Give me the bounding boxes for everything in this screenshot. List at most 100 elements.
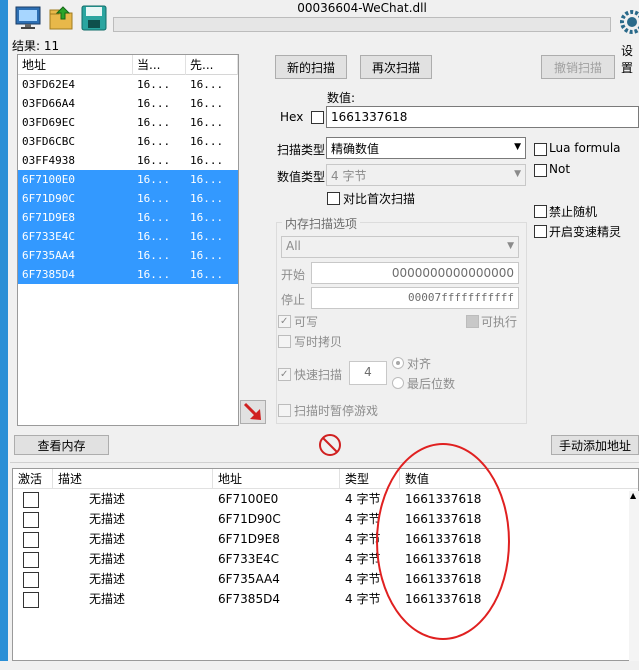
not-checkbox[interactable] <box>534 164 547 177</box>
pause-game-label: 扫描时暂停游戏 <box>294 404 379 418</box>
settings-button[interactable]: 设置 <box>618 2 639 75</box>
current-value-cell: 16... <box>137 116 171 129</box>
current-value-cell: 16... <box>137 78 171 91</box>
column-current[interactable]: 当... <box>133 55 186 75</box>
stop-address-input[interactable]: 00007fffffffffff <box>311 287 519 309</box>
address-row[interactable]: 03FD6CBC 16... 16... <box>18 132 238 151</box>
active-checkbox[interactable] <box>23 572 39 588</box>
cheat-table-row[interactable]: 无描述 6F7100E0 4 字节 1661337618 <box>13 489 638 509</box>
address-row[interactable]: 6F7100E0 16... 16... <box>18 170 238 189</box>
writable-checkbox[interactable] <box>278 315 291 328</box>
add-to-table-button[interactable] <box>240 400 266 424</box>
value-input[interactable]: 1661337618 <box>326 106 639 128</box>
executable-checkbox[interactable] <box>466 315 479 328</box>
value-type-label: 数值类型 <box>277 170 326 184</box>
copy-on-write-label: 写时拷贝 <box>294 335 343 349</box>
hex-checkbox[interactable] <box>311 111 324 124</box>
process-title: 00036604-WeChat.dll <box>297 1 427 15</box>
cheat-table-scrollbar[interactable]: ▲ <box>629 491 639 661</box>
chevron-down-icon: ▼ <box>514 169 521 179</box>
cheat-table-row[interactable]: 无描述 6F735AA4 4 字节 1661337618 <box>13 569 638 589</box>
scan-type-dropdown[interactable]: 精确数值 ▼ <box>326 137 526 159</box>
address-cell: 03FF4938 <box>22 154 75 167</box>
found-address-list[interactable]: 地址 当... 先... 03FD62E4 16... 16... 03FD66A4 1… <box>17 54 239 426</box>
fast-scan-checkbox[interactable] <box>278 368 291 381</box>
column-active[interactable]: 激活 <box>13 469 53 488</box>
active-checkbox[interactable] <box>23 592 39 608</box>
address-row[interactable]: 6F71D9E8 16... 16... <box>18 208 238 227</box>
address-row[interactable]: 03FD69EC 16... 16... <box>18 113 238 132</box>
previous-value-cell: 16... <box>190 154 224 167</box>
active-checkbox[interactable] <box>23 552 39 568</box>
disable-random-checkbox[interactable] <box>534 205 547 218</box>
save-file-button[interactable] <box>80 4 108 32</box>
add-address-button[interactable]: 手动添加地址 <box>551 435 639 455</box>
cheat-table[interactable]: 激活 描述 地址 类型 数值 无描述 6F7100E0 4 字节 1661337618… <box>12 468 639 661</box>
address-cell: 6F7100E0 <box>22 173 75 186</box>
active-checkbox[interactable] <box>23 492 39 508</box>
current-value-cell: 16... <box>137 211 171 224</box>
previous-value-cell: 16... <box>190 173 224 186</box>
active-cell <box>13 489 53 509</box>
cheat-table-row[interactable]: 无描述 6F733E4C 4 字节 1661337618 <box>13 549 638 569</box>
active-checkbox[interactable] <box>23 532 39 548</box>
active-cell <box>13 589 53 609</box>
new-scan-button[interactable]: 新的扫描 <box>275 55 347 79</box>
active-cell <box>13 569 53 589</box>
current-value-cell: 16... <box>137 230 171 243</box>
last-digits-label: 最后位数 <box>407 377 456 391</box>
address-row[interactable]: 03FD66A4 16... 16... <box>18 94 238 113</box>
description-cell: 无描述 <box>89 592 126 606</box>
next-scan-button[interactable]: 再次扫描 <box>360 55 432 79</box>
address-list-header: 地址 当... 先... <box>18 55 238 75</box>
compare-first-label: 对比首次扫描 <box>343 192 416 206</box>
last-digits-radio[interactable] <box>392 377 404 389</box>
active-cell <box>13 509 53 529</box>
undo-scan-button[interactable]: 撤销扫描 <box>541 55 615 79</box>
chevron-down-icon: ▼ <box>507 241 514 251</box>
fast-scan-value-input[interactable]: 4 <box>349 361 387 385</box>
computer-icon <box>15 6 41 29</box>
align-radio[interactable] <box>392 357 404 369</box>
start-address-input[interactable]: 0000000000000000 <box>311 262 519 284</box>
description-cell: 无描述 <box>89 572 126 586</box>
memory-region-dropdown[interactable]: All ▼ <box>281 236 519 258</box>
start-label: 开始 <box>281 268 306 282</box>
active-cell <box>13 549 53 569</box>
pause-game-checkbox[interactable] <box>278 404 291 417</box>
executable-label: 可执行 <box>481 315 518 329</box>
address-row[interactable]: 6F7385D4 16... 16... <box>18 265 238 284</box>
description-cell: 无描述 <box>89 532 126 546</box>
clear-table-button[interactable] <box>318 433 342 457</box>
align-label: 对齐 <box>407 357 432 371</box>
address-row[interactable]: 03FD62E4 16... 16... <box>18 75 238 94</box>
address-row[interactable]: 03FF4938 16... 16... <box>18 151 238 170</box>
column-previous[interactable]: 先... <box>186 55 238 75</box>
scan-type-value: 精确数值 <box>331 142 380 156</box>
previous-value-cell: 16... <box>190 78 224 91</box>
current-value-cell: 16... <box>137 249 171 262</box>
address-row[interactable]: 6F733E4C 16... 16... <box>18 227 238 246</box>
open-file-button[interactable] <box>48 4 76 32</box>
no-entry-icon <box>319 434 341 456</box>
address-row[interactable]: 6F735AA4 16... 16... <box>18 246 238 265</box>
active-checkbox[interactable] <box>23 512 39 528</box>
process-select-button[interactable] <box>14 4 42 32</box>
compare-first-checkbox[interactable] <box>327 192 340 205</box>
cheat-table-row[interactable]: 无描述 6F71D9E8 4 字节 1661337618 <box>13 529 638 549</box>
column-address[interactable]: 地址 <box>213 469 340 488</box>
cheat-table-row[interactable]: 无描述 6F71D90C 4 字节 1661337618 <box>13 509 638 529</box>
panel-splitter[interactable] <box>10 462 639 466</box>
description-cell: 无描述 <box>89 512 126 526</box>
view-memory-button[interactable]: 查看内存 <box>14 435 109 455</box>
open-folder-icon <box>49 6 73 30</box>
scroll-up-icon[interactable]: ▲ <box>630 491 636 500</box>
column-address[interactable]: 地址 <box>18 55 133 75</box>
speedhack-checkbox[interactable] <box>534 225 547 238</box>
cheat-table-row[interactable]: 无描述 6F7385D4 4 字节 1661337618 <box>13 589 638 609</box>
lua-formula-checkbox[interactable] <box>534 143 547 156</box>
copy-on-write-checkbox[interactable] <box>278 335 291 348</box>
column-description[interactable]: 描述 <box>53 469 213 488</box>
value-type-dropdown[interactable]: 4 字节 ▼ <box>326 164 526 186</box>
address-row[interactable]: 6F71D90C 16... 16... <box>18 189 238 208</box>
